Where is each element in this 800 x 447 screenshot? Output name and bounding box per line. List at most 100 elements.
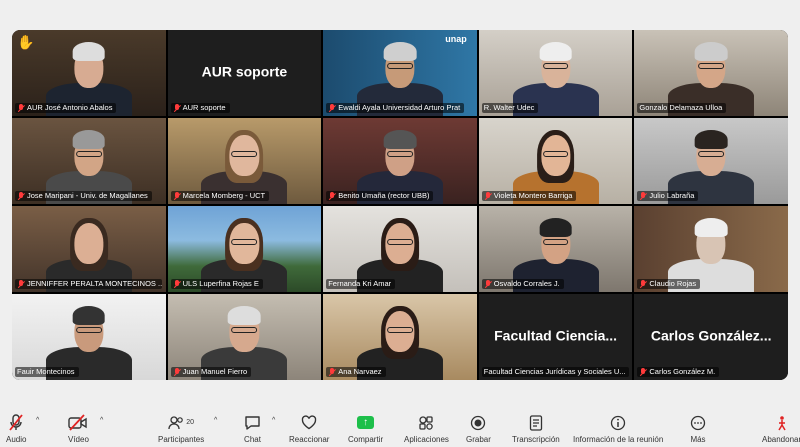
participant-name: ULS Luperfina Rojas E bbox=[182, 279, 259, 288]
participant-tile[interactable]: R. Walter Udec bbox=[478, 30, 633, 116]
participants-count: 20 bbox=[186, 419, 195, 426]
mic-muted-icon bbox=[173, 191, 181, 201]
chat-options-caret-icon[interactable]: ^ bbox=[272, 417, 275, 424]
mic-muted-icon bbox=[328, 367, 336, 377]
share-screen-icon: ↑ bbox=[357, 416, 375, 429]
unap-logo: unap bbox=[445, 34, 467, 44]
participant-name: Violeta Montero Barriga bbox=[493, 191, 573, 200]
participant-tile[interactable]: Ana Narvaez bbox=[323, 294, 477, 380]
record-icon bbox=[471, 415, 486, 430]
participant-name: Osvaldo Corrales J. bbox=[493, 279, 560, 288]
participant-tile[interactable]: Fernanda Kri Amar bbox=[323, 206, 477, 292]
participant-tile[interactable]: Jose Maripani - Univ. de Magallanes bbox=[12, 118, 166, 204]
participant-name: Benito Umaña (rector UBB) bbox=[338, 191, 430, 200]
participant-name: Claudio Rojas bbox=[649, 279, 697, 288]
video-options-caret-icon[interactable]: ^ bbox=[100, 417, 103, 424]
mic-muted-icon bbox=[9, 414, 23, 431]
audio-button[interactable]: Audio bbox=[6, 414, 26, 446]
more-icon bbox=[690, 415, 706, 430]
participant-display-name: Carlos González... bbox=[650, 327, 772, 344]
participant-name: Facultad Ciencias Jurídicas y Sociales U… bbox=[483, 367, 626, 376]
participant-name: Fauir Montecinos bbox=[17, 367, 75, 376]
mic-muted-icon bbox=[484, 191, 492, 201]
mic-muted-icon bbox=[639, 279, 647, 289]
raised-hand-icon: ✋ bbox=[17, 34, 35, 50]
meeting-toolbar: Audio ^ Vídeo ^ 20 Participantes ^ Chat … bbox=[0, 410, 800, 447]
mic-muted-icon bbox=[17, 279, 25, 289]
transcript-icon bbox=[529, 414, 543, 431]
participant-tile[interactable]: Claudio Rojas bbox=[634, 206, 788, 292]
participant-tile[interactable]: Osvaldo Corrales J. bbox=[478, 206, 633, 292]
participant-name: Ana Narvaez bbox=[338, 367, 382, 376]
participant-tile[interactable]: Benito Umaña (rector UBB) bbox=[323, 118, 477, 204]
meeting-info-label: Información de la reunión bbox=[573, 435, 664, 444]
participant-tile[interactable]: ✋ AUR José Antonio Abalos bbox=[12, 30, 166, 116]
leave-icon bbox=[777, 415, 786, 430]
chat-button[interactable]: Chat bbox=[244, 414, 261, 446]
leave-label: Abandonar bbox=[762, 435, 800, 444]
participants-label: Participantes bbox=[158, 435, 205, 444]
reactions-label: Reaccionar bbox=[289, 435, 330, 444]
participant-display-name: AUR soporte bbox=[201, 63, 288, 80]
participant-name: Julio Labraña bbox=[649, 191, 695, 200]
participant-tile[interactable]: Gonzalo Delamaza Ulloa bbox=[634, 30, 788, 116]
participant-tile[interactable]: Juan Manuel Fierro bbox=[167, 294, 322, 380]
more-button[interactable]: Más bbox=[690, 414, 706, 446]
mic-muted-icon bbox=[639, 191, 647, 201]
participants-button[interactable]: 20 Participantes bbox=[158, 414, 204, 446]
video-button[interactable]: Vídeo bbox=[68, 414, 89, 446]
participant-name: R. Walter Udec bbox=[483, 103, 535, 112]
participant-name: Jose Maripani - Univ. de Magallanes bbox=[27, 191, 148, 200]
audio-label: Audio bbox=[6, 435, 27, 444]
participant-name: Fernanda Kri Amar bbox=[328, 279, 392, 288]
apps-icon bbox=[419, 415, 434, 430]
camera-off-icon bbox=[68, 414, 88, 431]
participant-name: JENNIFFER PERALTA MONTECINOS ... bbox=[27, 279, 163, 288]
participant-name: Ewaldi Ayala Universidad Arturo Prat bbox=[338, 103, 461, 112]
apps-button[interactable]: Aplicaciones bbox=[404, 414, 449, 446]
participant-name: Gonzalo Delamaza Ulloa bbox=[639, 103, 723, 112]
meeting-info-button[interactable]: Información de la reunión bbox=[573, 414, 663, 446]
participant-name: AUR José Antonio Abalos bbox=[27, 103, 113, 112]
video-label: Vídeo bbox=[68, 435, 89, 444]
share-screen-button[interactable]: ↑ Compartir bbox=[348, 414, 383, 446]
apps-label: Aplicaciones bbox=[404, 435, 449, 444]
transcript-label: Transcripción bbox=[512, 435, 560, 444]
record-label: Grabar bbox=[466, 435, 491, 444]
participant-tile[interactable]: ULS Luperfina Rojas E bbox=[167, 206, 322, 292]
participant-tile[interactable]: Facultad Ciencia... Facultad Ciencias Ju… bbox=[478, 294, 633, 380]
participant-display-name: Facultad Ciencia... bbox=[494, 327, 618, 344]
participants-icon bbox=[168, 416, 184, 430]
participant-name: Marcela Momberg - UCT bbox=[182, 191, 266, 200]
participant-tile[interactable]: AUR soporte AUR soporte bbox=[167, 30, 322, 116]
mic-muted-icon bbox=[328, 191, 336, 201]
participant-tile[interactable]: Carlos González... Carlos González M. bbox=[634, 294, 788, 380]
record-button[interactable]: Grabar bbox=[466, 414, 491, 446]
participants-options-caret-icon[interactable]: ^ bbox=[214, 417, 217, 424]
participant-tile[interactable]: Marcela Momberg - UCT bbox=[167, 118, 322, 204]
audio-options-caret-icon[interactable]: ^ bbox=[36, 417, 39, 424]
participant-tile[interactable]: Julio Labraña bbox=[634, 118, 788, 204]
participant-tile-active-speaker[interactable]: Violeta Montero Barriga bbox=[478, 118, 633, 204]
heart-icon bbox=[302, 415, 317, 430]
participant-name: Carlos González M. bbox=[649, 367, 716, 376]
video-gallery: ✋ AUR José Antonio Abalos AUR soporte AU… bbox=[12, 30, 788, 380]
chat-label: Chat bbox=[244, 435, 261, 444]
mic-muted-icon bbox=[484, 279, 492, 289]
mic-muted-icon bbox=[173, 279, 181, 289]
participant-tile[interactable]: JENNIFFER PERALTA MONTECINOS ... bbox=[12, 206, 166, 292]
mic-muted-icon bbox=[17, 103, 25, 113]
mic-muted-icon bbox=[173, 103, 181, 113]
leave-button[interactable]: Abandonar bbox=[762, 414, 800, 446]
info-icon bbox=[610, 415, 626, 430]
participant-name: AUR soporte bbox=[182, 103, 226, 112]
participant-tile[interactable]: Fauir Montecinos bbox=[12, 294, 166, 380]
mic-muted-icon bbox=[17, 191, 25, 201]
mic-muted-icon bbox=[328, 103, 336, 113]
chat-icon bbox=[245, 415, 260, 430]
participant-tile[interactable]: unap Ewaldi Ayala Universidad Arturo Pra… bbox=[323, 30, 477, 116]
share-label: Compartir bbox=[348, 435, 384, 444]
participant-name: Juan Manuel Fierro bbox=[182, 367, 248, 376]
reactions-button[interactable]: Reaccionar bbox=[289, 414, 329, 446]
transcript-button[interactable]: Transcripción bbox=[512, 414, 560, 446]
